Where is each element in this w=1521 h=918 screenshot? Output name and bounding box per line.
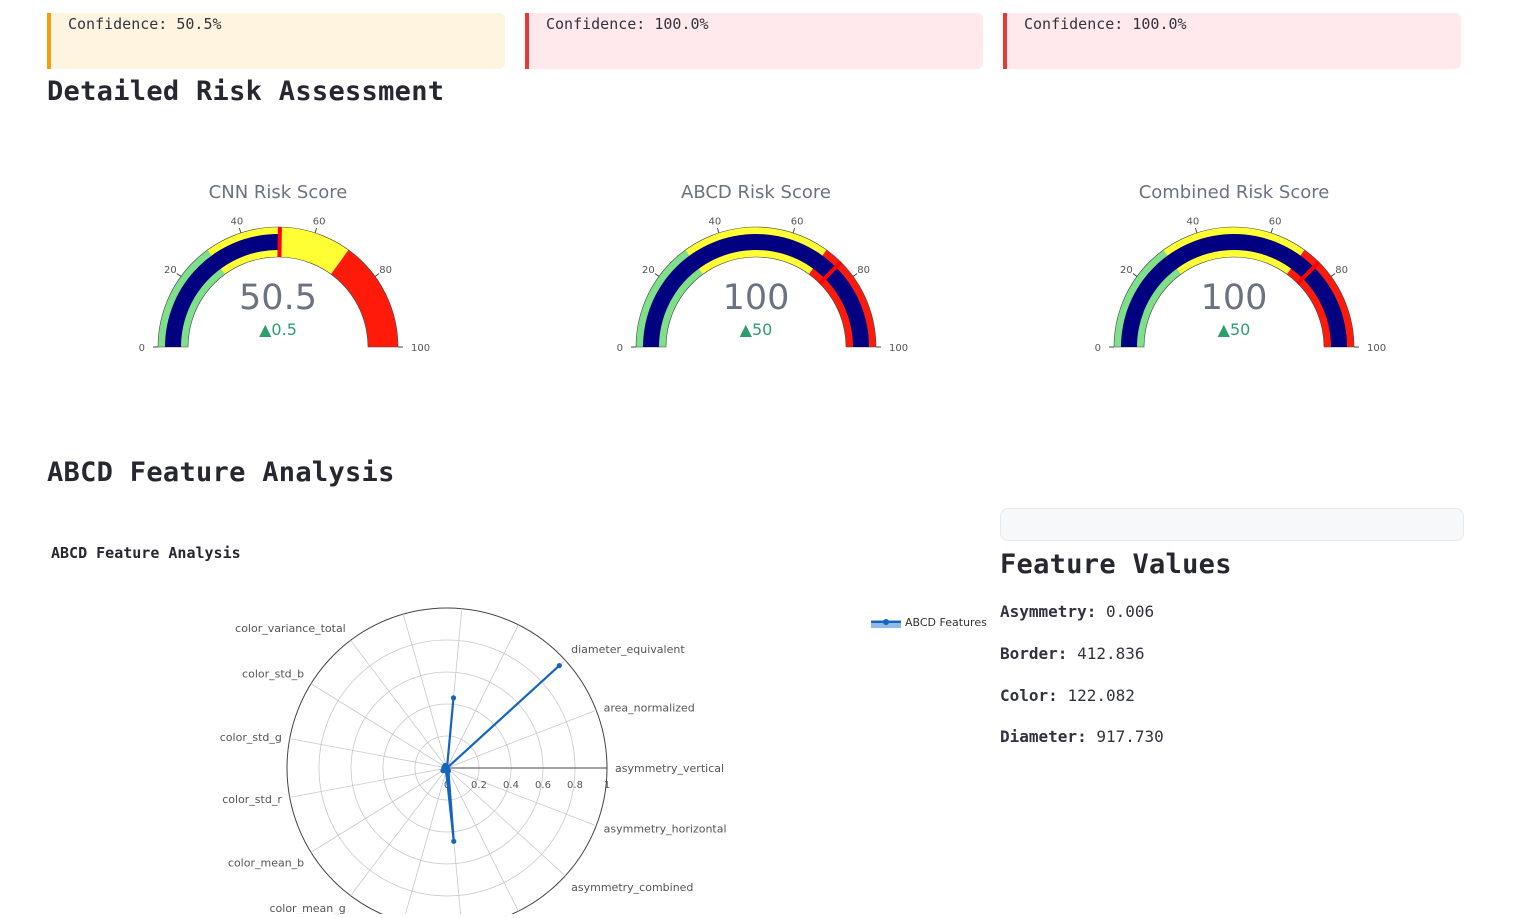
gauge-tick-label: 20 [1120,265,1133,276]
gauge-tick [655,274,659,277]
gauge-tick-label: 0 [1095,343,1101,354]
gauge-cnn: CNN Risk Score 0 20 40 60 80 100 50.5 ▲0.5 [43,170,513,380]
gauge-abcd: ABCD Risk Score 0 20 40 60 80 100 100 ▲50 [521,170,991,380]
gauge-tick-label: 80 [857,265,870,276]
feature-row-color: Color: 122.082 [1000,686,1135,705]
radar-axis-line [351,768,447,896]
gauge-delta-text: 50 [1230,320,1250,339]
radar-point [446,768,451,773]
gauge-delta-text: 0.5 [271,320,296,339]
radar-radial-tick: 0.8 [567,780,583,791]
radar-axis-line [447,710,596,768]
gauge-tick [315,228,317,233]
delta-up-icon: ▲ [1218,320,1230,339]
radar-point [451,695,456,700]
gauge-tick-label: 0 [617,343,623,354]
feature-value: 412.836 [1077,644,1144,663]
feature-row-border: Border: 412.836 [1000,644,1145,663]
feature-value: 917.730 [1096,727,1163,746]
gauge-title: ABCD Risk Score [521,182,991,203]
gauge-tick-label: 40 [1187,217,1200,228]
legend-marker [883,619,889,625]
radar-chart-title: ABCD Feature Analysis [51,544,241,562]
gauge-delta-text: 50 [752,320,772,339]
radar-point [557,663,562,668]
delta-up-icon: ▲ [740,320,752,339]
radar-axis-label: asymmetry_vertical [615,762,724,775]
gauge-tick [717,228,719,233]
gauge-tick-label: 40 [709,217,722,228]
feature-label: Asymmetry: [1000,602,1096,621]
radar-axis-label: color_std_r [222,793,282,806]
gauge-tick [177,274,181,277]
gauge-tick [1195,228,1197,233]
feature-values-heading: Feature Values [1000,549,1232,580]
gauge-tick [239,228,241,233]
radar-axis-line [447,768,596,826]
alert-text: Confidence: 50.5% [68,15,222,33]
feature-label: Diameter: [1000,727,1087,746]
feature-value: 0.006 [1106,602,1154,621]
feature-label: Border: [1000,644,1067,663]
gauge-combined: Combined Risk Score 0 20 40 60 80 100 100 ▲50 [999,170,1469,380]
radar-axis-label: asymmetry_horizontal [604,823,727,836]
gauge-tick-label: 60 [791,217,804,228]
radar-chart: asymmetry_vertical area_normalized diamete… [47,530,987,914]
radar-axis-label: color_mean_b [228,856,304,869]
gauge-tick-label: 100 [889,343,908,354]
alert-text: Confidence: 100.0% [1024,15,1187,33]
gauge-tick-label: 40 [231,217,244,228]
radar-axis-label: asymmetry_combined [571,881,693,894]
radar-radial-tick: 1 [604,780,610,791]
radar-point [451,839,456,844]
gauge-tick-label: 100 [411,343,430,354]
feature-panel-header [1000,508,1464,541]
gauge-tick-label: 20 [164,265,177,276]
gauge-tick-label: 60 [313,217,326,228]
radar-axis-label: color_std_b [242,668,304,681]
gauge-delta: ▲50 [521,320,991,339]
radar-radial-tick: 0.2 [471,780,487,791]
feature-row-diameter: Diameter: 917.730 [1000,727,1164,746]
gauge-tick-label: 20 [642,265,655,276]
gauge-value: 50.5 [43,278,513,318]
radar-axis-label: color_mean_g [269,902,345,914]
radar-axis-label: diameter_equivalent [571,643,685,656]
radar-chart-container: ABCD Feature Analysis asymmetry_vertical… [47,530,987,914]
gauge-delta: ▲50 [999,320,1469,339]
delta-up-icon: ▲ [259,320,271,339]
gauge-tick [1133,274,1137,277]
gauge-tick-label: 80 [1335,265,1348,276]
gauge-title: Combined Risk Score [999,182,1469,203]
alert-confidence-abcd: Confidence: 100.0% [525,13,983,69]
radar-axis-label: area_normalized [604,701,695,714]
gauge-value: 100 [521,278,991,318]
radar-axis-label: color_variance_total [235,622,346,635]
radar-axis-label: color_std_g [220,731,282,744]
gauge-tick-label: 80 [379,265,392,276]
risk-assessment-heading: Detailed Risk Assessment [47,76,444,107]
feature-label: Color: [1000,686,1058,705]
feature-row-asymmetry: Asymmetry: 0.006 [1000,602,1154,621]
feature-analysis-heading: ABCD Feature Analysis [47,457,395,488]
feature-value: 122.082 [1067,686,1134,705]
gauge-tick-label: 100 [1367,343,1386,354]
alert-confidence-cnn: Confidence: 50.5% [47,13,505,69]
alert-confidence-combined: Confidence: 100.0% [1003,13,1461,69]
radar-axis-line [403,768,447,914]
radar-radial-tick: 0.6 [535,780,551,791]
gauge-delta: ▲0.5 [43,320,513,339]
gauge-tick [1271,228,1273,233]
radar-radial-tick: 0.4 [503,780,519,791]
gauge-tick [793,228,795,233]
gauge-tick-label: 0 [139,343,145,354]
gauge-tick-label: 60 [1269,217,1282,228]
legend-label: ABCD Features [905,616,987,629]
alert-text: Confidence: 100.0% [546,15,709,33]
gauge-value: 100 [999,278,1469,318]
gauge-title: CNN Risk Score [43,182,513,203]
radar-axis-line [351,640,447,768]
